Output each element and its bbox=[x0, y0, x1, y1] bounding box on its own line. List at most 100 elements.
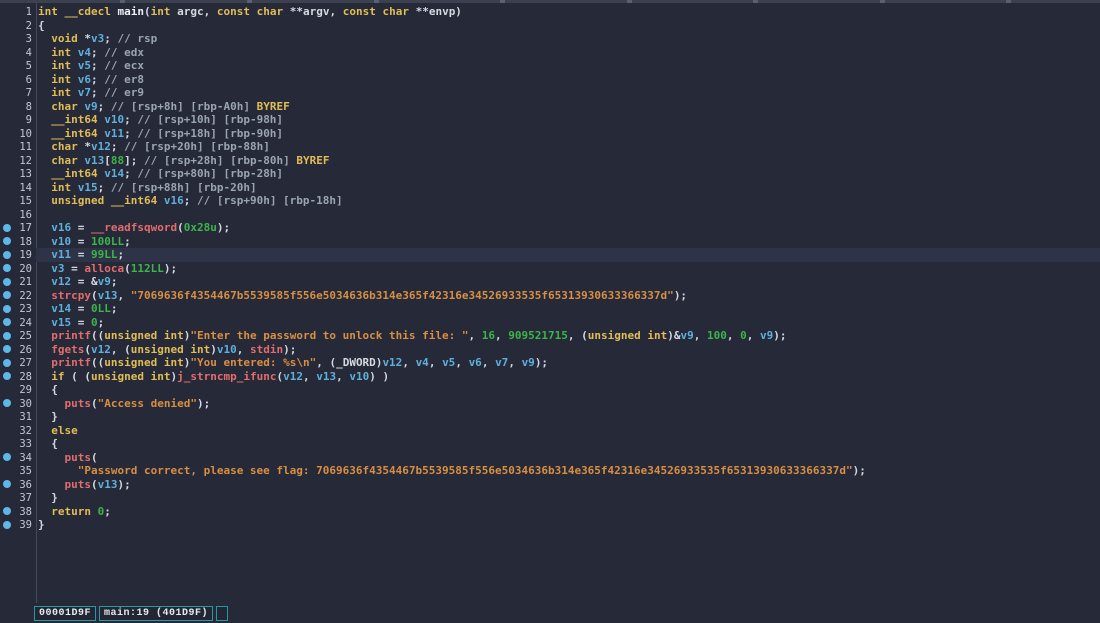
gutter-cell[interactable]: 1 bbox=[0, 5, 36, 19]
code-line[interactable]: 8 char v9; // [rsp+8h] [rbp-A0h] BYREF bbox=[0, 100, 1100, 114]
breakpoint-dot-icon[interactable] bbox=[3, 480, 11, 489]
code-line[interactable]: 9 __int64 v10; // [rsp+10h] [rbp-98h] bbox=[0, 113, 1100, 127]
code-line[interactable]: 20 v3 = alloca(112LL); bbox=[0, 262, 1100, 276]
pseudocode-view[interactable]: 1 int __cdecl main(int argc, const char *… bbox=[0, 3, 1100, 603]
code-line[interactable]: 35 "Password correct, please see flag: 7… bbox=[0, 464, 1100, 478]
gutter-cell[interactable]: 33 bbox=[0, 437, 36, 451]
code-line[interactable]: 25 printf((unsigned int)"Enter the passw… bbox=[0, 329, 1100, 343]
code-line[interactable]: 23 v14 = 0LL; bbox=[0, 302, 1100, 316]
code-line[interactable]: 28 if ( (unsigned int)j_strncmp_ifunc(v1… bbox=[0, 370, 1100, 384]
code-line[interactable]: 31 } bbox=[0, 410, 1100, 424]
gutter-cell[interactable]: 28 bbox=[0, 370, 36, 384]
code-line[interactable]: 22 strcpy(v13, "7069636f4354467b5539585f… bbox=[0, 289, 1100, 303]
breakpoint-dot-icon[interactable] bbox=[3, 277, 11, 286]
gutter-cell[interactable]: 36 bbox=[0, 478, 36, 492]
code-line[interactable]: 14 int v15; // [rsp+88h] [rbp-20h] bbox=[0, 181, 1100, 195]
breakpoint-dot-icon[interactable] bbox=[3, 291, 11, 300]
code-line[interactable]: 10 __int64 v11; // [rsp+18h] [rbp-90h] bbox=[0, 127, 1100, 141]
code-line[interactable]: 17 v16 = __readfsqword(0x28u); bbox=[0, 221, 1100, 235]
breakpoint-dot-icon[interactable] bbox=[3, 223, 11, 232]
code-line[interactable]: 5 int v5; // ecx bbox=[0, 59, 1100, 73]
breakpoint-dot-icon[interactable] bbox=[3, 304, 11, 313]
gutter-cell[interactable]: 30 bbox=[0, 397, 36, 411]
code-line[interactable]: 4 int v4; // edx bbox=[0, 46, 1100, 60]
token-pl: **argv, bbox=[283, 5, 343, 18]
gutter-cell[interactable]: 38 bbox=[0, 505, 36, 519]
code-line[interactable]: 34 puts( bbox=[0, 451, 1100, 465]
breakpoint-dot-icon[interactable] bbox=[3, 372, 11, 381]
breakpoint-dot-icon[interactable] bbox=[3, 345, 11, 354]
gutter-cell[interactable]: 7 bbox=[0, 86, 36, 100]
code-line[interactable]: 32 else bbox=[0, 424, 1100, 438]
breakpoint-dot-icon[interactable] bbox=[3, 507, 11, 516]
gutter-cell[interactable]: 35 bbox=[0, 464, 36, 478]
gutter-cell[interactable]: 11 bbox=[0, 140, 36, 154]
gutter-cell[interactable]: 26 bbox=[0, 343, 36, 357]
code-line[interactable]: 18 v10 = 100LL; bbox=[0, 235, 1100, 249]
gutter-cell[interactable]: 15 bbox=[0, 194, 36, 208]
gutter-cell[interactable]: 16 bbox=[0, 208, 36, 222]
gutter-cell[interactable]: 6 bbox=[0, 73, 36, 87]
gutter-cell[interactable]: 19 bbox=[0, 248, 36, 262]
breakpoint-dot-icon[interactable] bbox=[3, 399, 11, 408]
code-text: printf((unsigned int)"You entered: %s\n"… bbox=[36, 356, 1100, 370]
gutter-cell[interactable]: 34 bbox=[0, 451, 36, 465]
code-line[interactable]: 37 } bbox=[0, 491, 1100, 505]
gutter-cell[interactable]: 29 bbox=[0, 383, 36, 397]
gutter-cell[interactable]: 10 bbox=[0, 127, 36, 141]
gutter-cell[interactable]: 37 bbox=[0, 491, 36, 505]
gutter-cell[interactable]: 23 bbox=[0, 302, 36, 316]
breakpoint-dot-icon[interactable] bbox=[3, 453, 11, 462]
code-line[interactable]: 13 __int64 v14; // [rsp+80h] [rbp-28h] bbox=[0, 167, 1100, 181]
code-line[interactable]: 26 fgets(v12, (unsigned int)v10, stdin); bbox=[0, 343, 1100, 357]
gutter-cell[interactable]: 8 bbox=[0, 100, 36, 114]
gutter-cell[interactable]: 5 bbox=[0, 59, 36, 73]
code-line[interactable]: 6 int v6; // er8 bbox=[0, 73, 1100, 87]
gutter-cell[interactable]: 4 bbox=[0, 46, 36, 60]
breakpoint-dot-icon[interactable] bbox=[3, 331, 11, 340]
gutter-cell[interactable]: 18 bbox=[0, 235, 36, 249]
code-line[interactable]: 2{ bbox=[0, 19, 1100, 33]
line-number: 37 bbox=[19, 492, 32, 504]
gutter-cell[interactable]: 17 bbox=[0, 221, 36, 235]
gutter-cell[interactable]: 12 bbox=[0, 154, 36, 168]
gutter-cell[interactable]: 39 bbox=[0, 518, 36, 532]
gutter-cell[interactable]: 13 bbox=[0, 167, 36, 181]
breakpoint-dot-icon[interactable] bbox=[3, 264, 11, 273]
code-line[interactable]: 12 char v13[88]; // [rsp+28h] [rbp-80h] … bbox=[0, 154, 1100, 168]
gutter-cell[interactable]: 31 bbox=[0, 410, 36, 424]
gutter-cell[interactable]: 24 bbox=[0, 316, 36, 330]
code-line[interactable]: 29 { bbox=[0, 383, 1100, 397]
code-line[interactable]: 7 int v7; // er9 bbox=[0, 86, 1100, 100]
breakpoint-dot-icon[interactable] bbox=[3, 250, 11, 259]
code-line[interactable]: 11 char *v12; // [rsp+20h] [rbp-88h] bbox=[0, 140, 1100, 154]
code-line[interactable]: 24 v15 = 0; bbox=[0, 316, 1100, 330]
gutter-cell[interactable]: 22 bbox=[0, 289, 36, 303]
code-line[interactable]: 36 puts(v13); bbox=[0, 478, 1100, 492]
code-line[interactable]: 15 unsigned __int64 v16; // [rsp+90h] [r… bbox=[0, 194, 1100, 208]
breakpoint-dot-icon[interactable] bbox=[3, 358, 11, 367]
gutter-cell[interactable]: 32 bbox=[0, 424, 36, 438]
code-line[interactable]: 16 bbox=[0, 208, 1100, 222]
code-line[interactable]: 21 v12 = &v9; bbox=[0, 275, 1100, 289]
breakpoint-dot-icon[interactable] bbox=[3, 318, 11, 327]
gutter-cell[interactable]: 21 bbox=[0, 275, 36, 289]
gutter-cell[interactable]: 2 bbox=[0, 19, 36, 33]
gutter-cell[interactable]: 20 bbox=[0, 262, 36, 276]
breakpoint-dot-icon[interactable] bbox=[3, 520, 11, 529]
gutter-cell[interactable]: 14 bbox=[0, 181, 36, 195]
code-line[interactable]: 33 { bbox=[0, 437, 1100, 451]
gutter-cell[interactable]: 9 bbox=[0, 113, 36, 127]
code-line[interactable]: 19 v11 = 99LL; bbox=[0, 248, 1100, 262]
gutter-cell[interactable]: 27 bbox=[0, 356, 36, 370]
gutter-cell[interactable]: 3 bbox=[0, 32, 36, 46]
breakpoint-dot-icon[interactable] bbox=[3, 237, 11, 246]
code-line[interactable]: 3 void *v3; // rsp bbox=[0, 32, 1100, 46]
code-line[interactable]: 39} bbox=[0, 518, 1100, 532]
code-line[interactable]: 1 int __cdecl main(int argc, const char *… bbox=[0, 5, 1100, 19]
gutter-cell[interactable]: 25 bbox=[0, 329, 36, 343]
code-line[interactable]: 38 return 0; bbox=[0, 505, 1100, 519]
code-line[interactable]: 27 printf((unsigned int)"You entered: %s… bbox=[0, 356, 1100, 370]
code-line[interactable]: 30 puts("Access denied"); bbox=[0, 397, 1100, 411]
